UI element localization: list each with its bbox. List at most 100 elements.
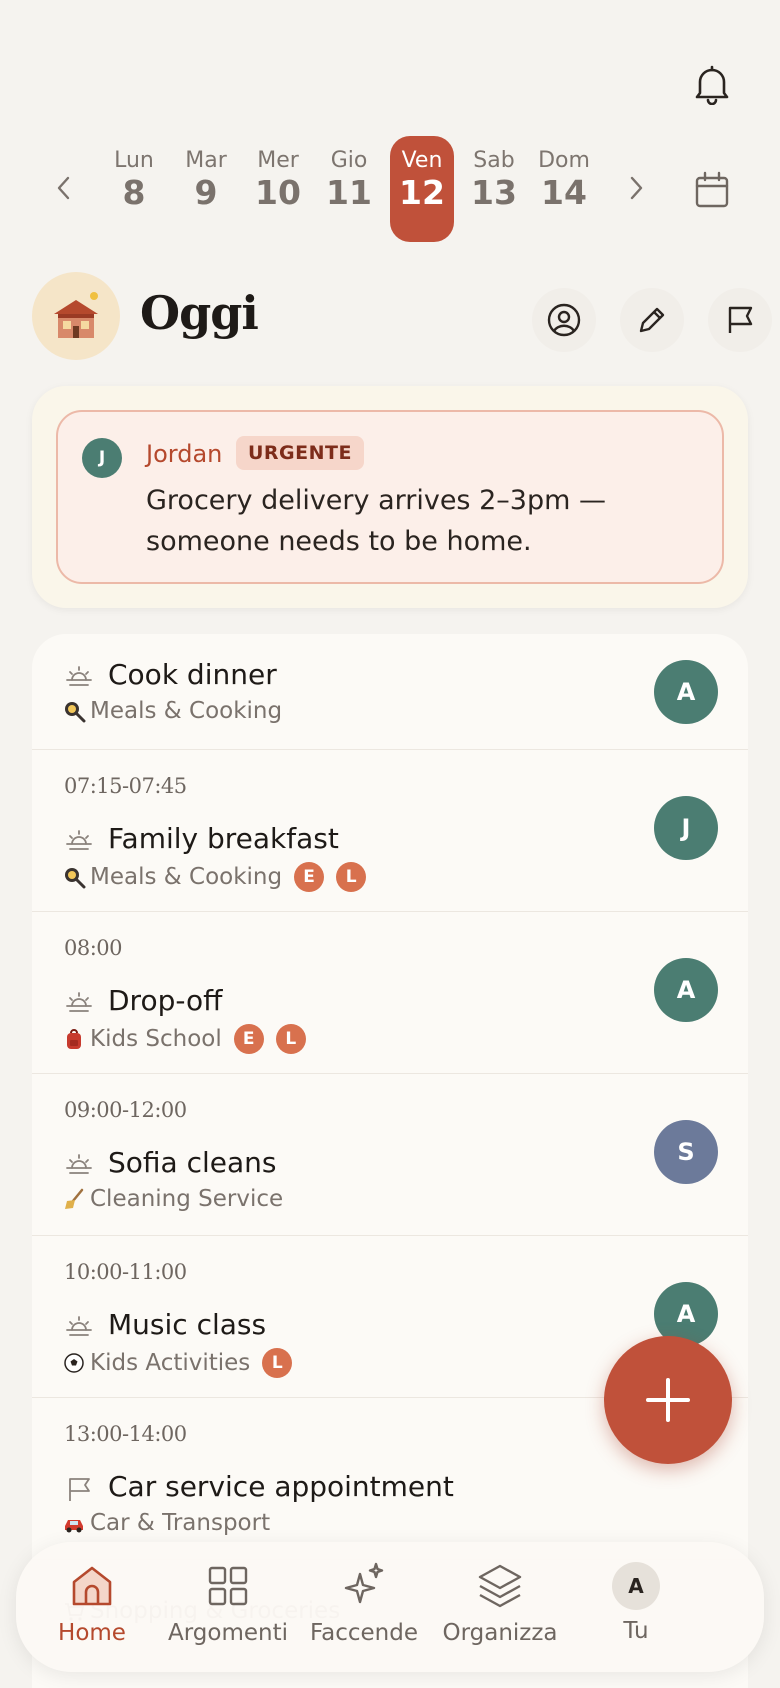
- day-name: Mer: [257, 148, 299, 173]
- pan-icon: [65, 868, 86, 889]
- prev-week-button[interactable]: [46, 170, 82, 206]
- pan-icon: [65, 702, 86, 723]
- category-label: Car & Transport: [90, 1510, 271, 1536]
- nav-organizza[interactable]: Organizza: [430, 1560, 570, 1660]
- category-label: Cleaning Service: [90, 1186, 284, 1212]
- member-badge: E: [233, 1024, 264, 1054]
- backpack-icon: [67, 1029, 81, 1049]
- flag-icon: [728, 306, 753, 333]
- category-icon-wrap: [62, 1027, 86, 1051]
- day-dom[interactable]: Dom 14: [532, 136, 596, 242]
- house-icon: [54, 292, 98, 338]
- day-number: 14: [541, 173, 587, 212]
- category-icon-wrap: [62, 1351, 86, 1375]
- page-title: Oggi: [140, 286, 259, 340]
- task-name: Drop-off: [108, 984, 223, 1017]
- assignee-avatar[interactable]: S: [654, 1120, 718, 1184]
- nav-label: Tu: [623, 1618, 649, 1644]
- sunrise-icon: [66, 666, 92, 686]
- day-sab[interactable]: Sab 13: [462, 136, 526, 242]
- task-type-icon-wrap: [64, 826, 94, 856]
- flag-icon: [69, 1478, 90, 1501]
- task-row[interactable]: Cook dinner Meals & Cooking A: [32, 634, 748, 750]
- task-row[interactable]: 07:15-07:45 Family breakfast Meals & Cooki…: [32, 750, 748, 912]
- chevron-left-icon: [57, 176, 70, 200]
- sunrise-icon: [66, 830, 92, 850]
- edit-button[interactable]: [620, 288, 684, 352]
- calendar-button[interactable]: [690, 168, 734, 212]
- pencil-icon: [639, 307, 665, 333]
- flag-filter-button[interactable]: [708, 288, 772, 352]
- day-number: 10: [255, 173, 301, 212]
- task-row[interactable]: 09:00-12:00 Sofia cleans Cleaning Service S: [32, 1074, 748, 1236]
- category-icon-wrap: [62, 1187, 86, 1211]
- task-time: 07:15-07:45: [64, 774, 187, 798]
- add-task-button[interactable]: [604, 1336, 732, 1464]
- category-label: Kids Activities: [90, 1350, 251, 1376]
- urgent-message: Grocery delivery arrives 2–3pm — someone…: [146, 485, 606, 557]
- nav-faccende[interactable]: Faccende: [294, 1560, 434, 1660]
- task-category: Kids Activities L: [62, 1348, 293, 1378]
- task-name: Car service appointment: [108, 1470, 454, 1503]
- day-number: 12: [399, 173, 445, 212]
- task-time: 08:00: [64, 936, 123, 960]
- notifications-button[interactable]: [688, 60, 736, 108]
- user-circle-icon: [547, 303, 581, 337]
- category-icon-wrap: [62, 699, 86, 723]
- member-badge: L: [275, 1024, 306, 1054]
- day-mar[interactable]: Mar 9: [174, 136, 238, 242]
- day-gio[interactable]: Gio 11: [317, 136, 381, 242]
- day-number: 8: [122, 173, 146, 212]
- day-number: 9: [194, 173, 218, 212]
- task-time: 10:00-11:00: [64, 1260, 187, 1284]
- nav-label: Organizza: [442, 1620, 558, 1646]
- task-category: Car & Transport: [62, 1510, 270, 1536]
- house-logo: [32, 272, 120, 360]
- task-list: Cook dinner Meals & Cooking A 07:15-07:45 Fa…: [32, 634, 748, 1688]
- task-category: Meals & Cooking E L: [62, 862, 367, 892]
- nav-argomenti[interactable]: Argomenti: [158, 1560, 298, 1660]
- assignee-avatar[interactable]: A: [654, 660, 718, 724]
- category-icon-wrap: [62, 1511, 86, 1535]
- profile-avatar: A: [612, 1562, 660, 1610]
- urgent-note-card[interactable]: J Jordan URGENTE Grocery delivery arrive…: [32, 386, 748, 608]
- task-type-icon-wrap: [64, 662, 94, 692]
- broom-icon: [65, 1188, 84, 1209]
- soccer-ball-icon: [64, 1353, 84, 1373]
- profile-button[interactable]: [532, 288, 596, 352]
- bell-icon: [695, 65, 729, 105]
- assignee-avatar[interactable]: A: [654, 958, 718, 1022]
- nav-home[interactable]: Home: [22, 1560, 162, 1660]
- nav-icon-wrap: [66, 1560, 118, 1612]
- task-time: 09:00-12:00: [64, 1098, 187, 1122]
- nav-tu[interactable]: A Tu: [566, 1560, 706, 1660]
- task-type-icon-wrap: [64, 1312, 94, 1342]
- day-name: Gio: [330, 148, 368, 173]
- sunrise-icon: [66, 1154, 92, 1174]
- day-lun[interactable]: Lun 8: [102, 136, 166, 242]
- day-mer[interactable]: Mer 10: [246, 136, 310, 242]
- task-name: Cook dinner: [108, 658, 277, 691]
- sunrise-icon: [66, 1316, 92, 1336]
- sunrise-icon: [66, 992, 92, 1012]
- day-name: Lun: [114, 148, 154, 173]
- nav-label: Home: [58, 1620, 126, 1646]
- task-category: Cleaning Service: [62, 1186, 283, 1212]
- bottom-nav: Home Argomenti Faccende Organizza A Tu: [16, 1542, 764, 1672]
- day-ven[interactable]: Ven 12: [390, 136, 454, 242]
- plus-icon: [646, 1378, 690, 1422]
- task-row[interactable]: 08:00 Drop-off Kids School E L A: [32, 912, 748, 1074]
- next-week-button[interactable]: [618, 170, 654, 206]
- nav-label: Argomenti: [168, 1620, 288, 1646]
- grid-icon: [208, 1566, 248, 1606]
- assignee-avatar[interactable]: J: [654, 796, 718, 860]
- home-icon: [72, 1566, 112, 1606]
- task-category: Kids School E L: [62, 1024, 306, 1054]
- member-badge: E: [294, 862, 325, 892]
- task-name: Family breakfast: [108, 822, 339, 855]
- task-type-icon-wrap: [64, 988, 94, 1018]
- task-type-icon-wrap: [64, 1150, 94, 1180]
- day-name: Dom: [538, 148, 590, 173]
- calendar-icon: [695, 171, 729, 208]
- nav-label: Faccende: [310, 1620, 418, 1646]
